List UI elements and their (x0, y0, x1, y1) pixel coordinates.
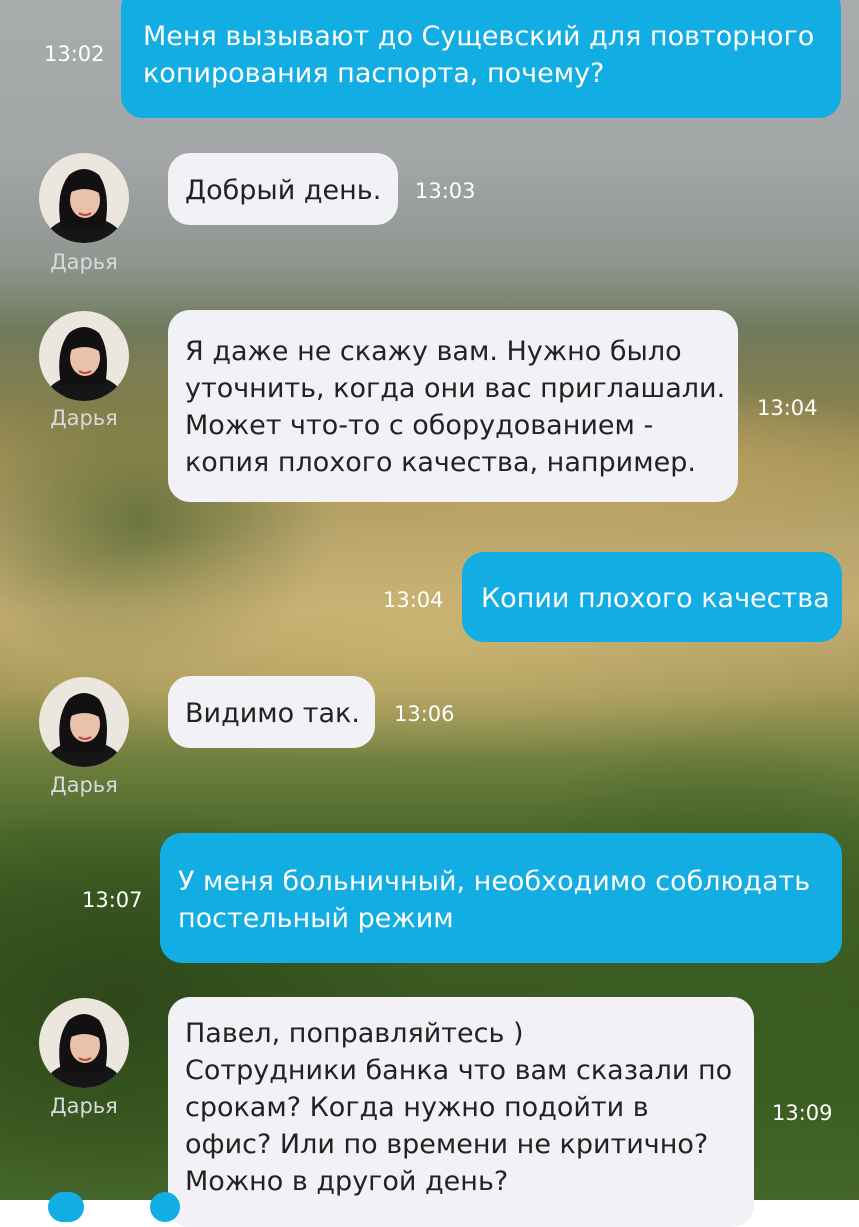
incoming-message-bubble[interactable]: Добрый день. (168, 153, 398, 225)
outgoing-message-bubble[interactable]: Копии плохого качества (462, 552, 842, 642)
sender-name: Дарья (50, 406, 118, 430)
agent-avatar[interactable] (39, 677, 129, 767)
next-message-bubble-partial (48, 1192, 84, 1222)
message-time: 13:06 (394, 702, 455, 726)
outgoing-message-bubble[interactable]: Меня вызывают до Сущевский для повторног… (121, 0, 841, 118)
next-message-bubble-partial (150, 1192, 180, 1222)
avatar-photo-icon (39, 153, 129, 243)
message-time: 13:03 (415, 179, 476, 203)
agent-avatar[interactable] (39, 153, 129, 243)
sender-name: Дарья (50, 773, 118, 797)
avatar-photo-icon (39, 311, 129, 401)
incoming-message-bubble[interactable]: Видимо так. (168, 676, 375, 748)
outgoing-message-bubble[interactable]: У меня больничный, необходимо соблюдать … (160, 833, 842, 963)
sender-name: Дарья (50, 250, 118, 274)
sender-name: Дарья (50, 1094, 118, 1118)
message-time: 13:09 (772, 1101, 833, 1125)
avatar-photo-icon (39, 998, 129, 1088)
avatar-photo-icon (39, 677, 129, 767)
incoming-message-bubble[interactable]: Я даже не скажу вам. Нужно было уточнить… (168, 310, 738, 502)
message-time: 13:07 (82, 888, 143, 912)
agent-avatar[interactable] (39, 998, 129, 1088)
message-time: 13:04 (757, 396, 818, 420)
message-time: 13:04 (383, 588, 444, 612)
agent-avatar[interactable] (39, 311, 129, 401)
message-time: 13:02 (44, 42, 105, 66)
incoming-message-bubble[interactable]: Павел, поправляйтесь ) Сотрудники банка … (168, 997, 754, 1227)
